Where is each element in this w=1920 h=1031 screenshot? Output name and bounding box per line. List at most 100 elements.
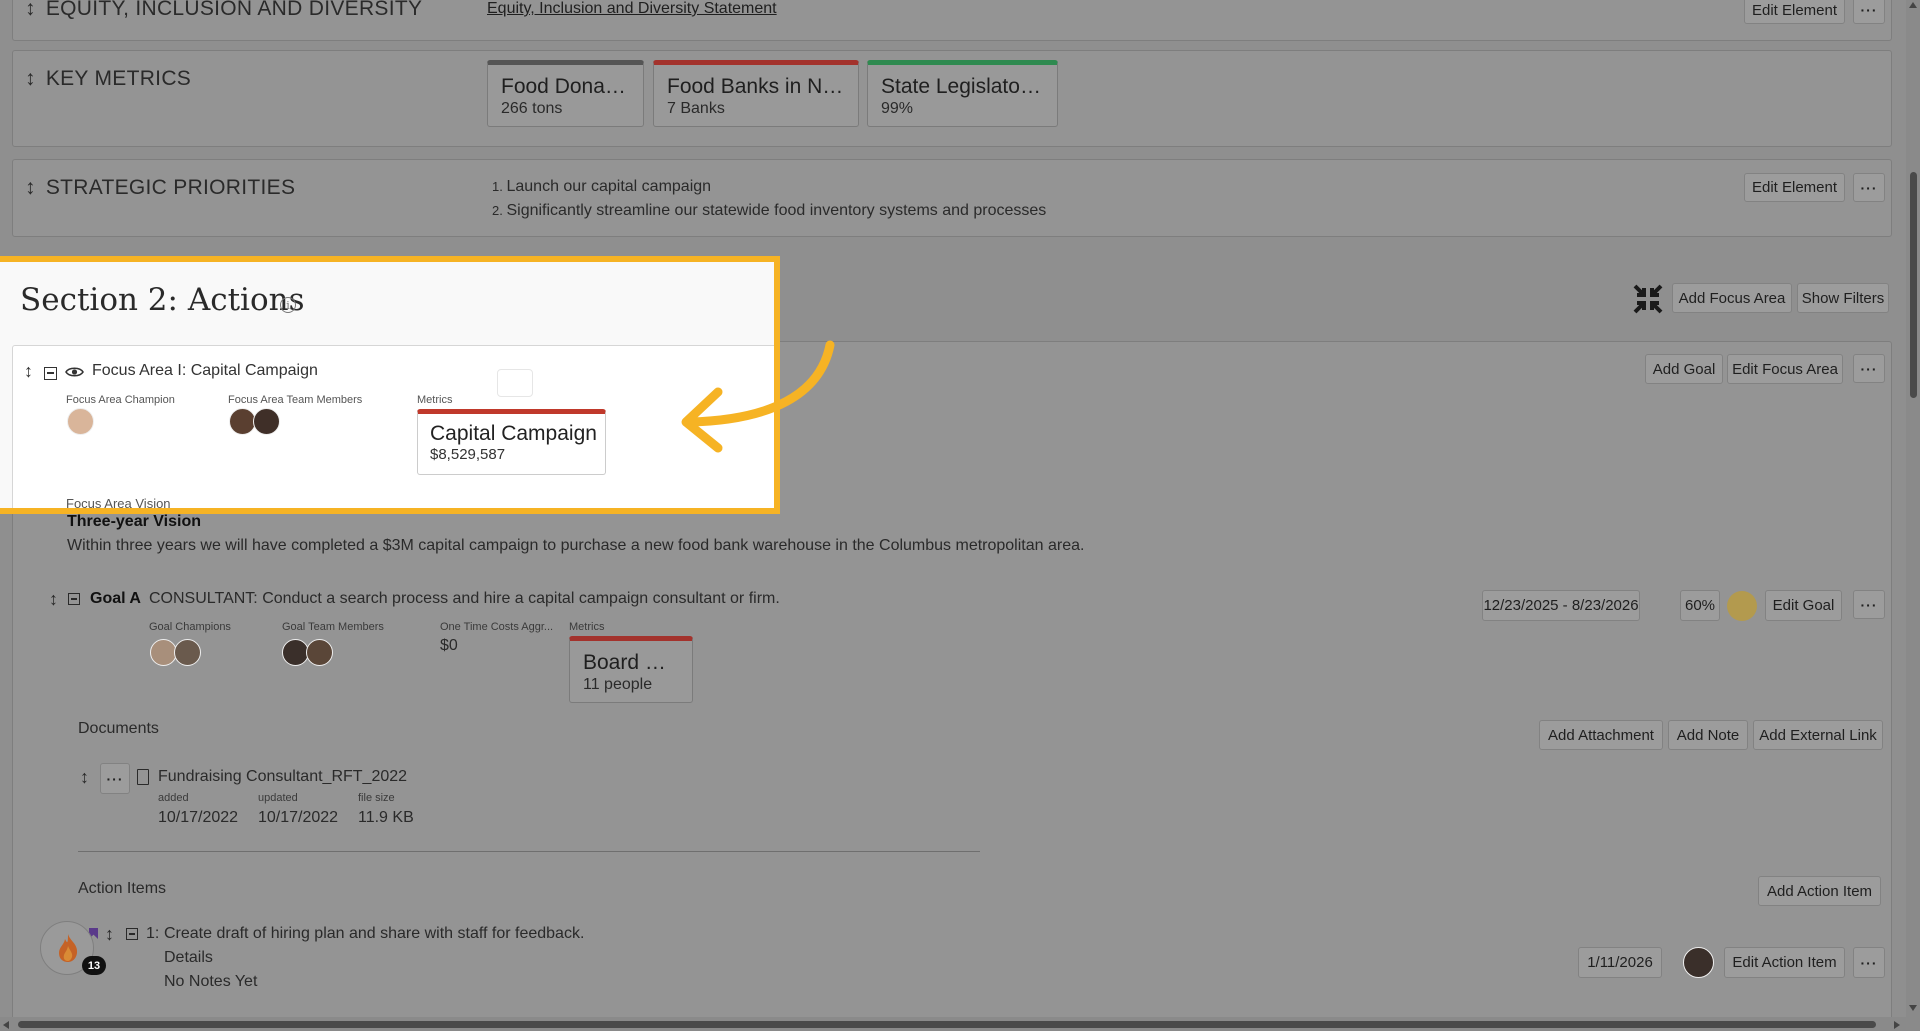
key-metrics-label: ↕ KEY METRICS <box>25 67 192 90</box>
add-action-item-button[interactable]: Add Action Item <box>1758 876 1881 906</box>
drag-handle-icon[interactable]: ↕ <box>25 67 36 90</box>
goal-champion-avatar[interactable] <box>174 639 201 666</box>
goal-champion-avatar[interactable] <box>150 639 177 666</box>
more-options-button[interactable]: ··· <box>1853 354 1885 383</box>
updated-label: updated <box>258 792 298 804</box>
vertical-scrollbar[interactable] <box>1906 0 1920 1031</box>
drag-handle-icon[interactable]: ↕ <box>24 361 33 382</box>
section-title: Section 2: Actions <box>20 282 305 318</box>
scroll-right-icon[interactable] <box>1894 1021 1900 1029</box>
focus-area-title[interactable]: Focus Area I: Capital Campaign <box>92 362 318 380</box>
goal-team-label: Goal Team Members <box>282 621 384 633</box>
edit-element-button[interactable]: Edit Element <box>1744 173 1845 202</box>
goal-status-indicator[interactable] <box>1727 591 1757 621</box>
pointer-arrow-icon <box>670 335 840 460</box>
tooltip-bubble <box>497 369 533 397</box>
action-item-details[interactable]: Details <box>164 949 213 967</box>
goal-progress[interactable]: 60% <box>1680 590 1720 621</box>
eye-icon[interactable] <box>65 365 84 384</box>
add-note-button[interactable]: Add Note <box>1668 720 1748 750</box>
add-focus-area-button[interactable]: Add Focus Area <box>1672 283 1792 313</box>
metric-value: 7 Banks <box>667 100 725 117</box>
file-icon <box>137 769 149 785</box>
added-label: added <box>158 792 189 804</box>
horizontal-scroll-thumb[interactable] <box>18 1021 1876 1028</box>
focus-metrics-label: Metrics <box>417 394 453 406</box>
divider <box>78 851 980 852</box>
action-item-date[interactable]: 1/11/2026 <box>1578 947 1662 978</box>
costs-label: One Time Costs Aggr... <box>440 621 554 633</box>
goal-text: CONSULTANT: Conduct a search process and… <box>149 590 780 607</box>
vision-text: Within three years we will have complete… <box>67 537 1085 554</box>
scroll-left-icon[interactable] <box>3 1021 9 1029</box>
more-options-button[interactable]: ··· <box>1853 0 1885 24</box>
scroll-down-icon[interactable] <box>1909 1005 1917 1011</box>
goal-champions-label: Goal Champions <box>149 621 231 633</box>
costs-value: $0 <box>440 637 458 654</box>
metric-title: Board Size <box>583 651 679 674</box>
collapse-all-icon[interactable] <box>1632 283 1664 315</box>
streak-count: 13 <box>82 956 106 975</box>
document-options-button[interactable]: ··· <box>100 763 130 794</box>
metric-value: 99% <box>881 100 914 117</box>
flame-icon <box>57 933 79 963</box>
edit-goal-button[interactable]: Edit Goal <box>1765 590 1842 621</box>
metric-value: $8,529,587 <box>430 446 506 463</box>
edit-focus-area-button[interactable]: Edit Focus Area <box>1727 354 1843 384</box>
collapse-toggle-icon[interactable] <box>68 593 80 605</box>
equity-statement-link[interactable]: Equity, Inclusion and Diversity Statemen… <box>487 0 777 18</box>
drag-handle-icon[interactable]: ↕ <box>105 924 114 945</box>
priority-item: 2. Significantly streamline our statewid… <box>492 202 1047 219</box>
focus-team-avatar[interactable] <box>253 408 280 435</box>
drag-handle-icon[interactable]: ↕ <box>49 589 58 610</box>
documents-label: Documents <box>78 720 159 737</box>
metric-tile-state-legislators[interactable]: State Legislators... 99% <box>867 60 1058 127</box>
goal-team-avatar[interactable] <box>306 639 333 666</box>
edit-element-button[interactable]: Edit Element <box>1744 0 1845 24</box>
metric-tile-food-donated[interactable]: Food Donated 266 tons <box>487 60 644 127</box>
metric-tile-food-banks[interactable]: Food Banks in Net... 7 Banks <box>653 60 859 127</box>
focus-champion-label: Focus Area Champion <box>66 394 175 406</box>
more-options-button[interactable]: ··· <box>1853 947 1885 978</box>
more-options-button[interactable]: ··· <box>1853 173 1885 202</box>
strategic-priorities-label: ↕ STRATEGIC PRIORITIES <box>25 176 296 199</box>
focus-vision-label: Focus Area Vision <box>66 496 171 511</box>
collapse-toggle-icon[interactable] <box>44 367 57 380</box>
metric-title: Food Banks in Net... <box>667 75 845 98</box>
metric-title: Capital Campaign <box>430 422 597 445</box>
collapse-toggle-icon[interactable] <box>126 928 138 940</box>
focus-team-avatar[interactable] <box>229 408 256 435</box>
document-name[interactable]: Fundraising Consultant_RFT_2022 <box>158 768 407 786</box>
metric-title: Food Donated <box>501 75 630 98</box>
focus-team-label: Focus Area Team Members <box>228 394 363 406</box>
action-item-assignee-avatar[interactable] <box>1683 947 1714 978</box>
added-date: 10/17/2022 <box>158 809 239 826</box>
streak-badge[interactable]: 13 <box>40 921 106 975</box>
more-options-button[interactable]: ··· <box>1853 590 1885 619</box>
updated-date: 10/17/2022 <box>258 809 339 826</box>
edit-action-item-button[interactable]: Edit Action Item <box>1724 947 1845 978</box>
file-size-label: file size <box>358 792 395 804</box>
action-items-label: Action Items <box>78 880 167 897</box>
drag-handle-icon[interactable]: ↕ <box>25 176 36 199</box>
goal-date-range[interactable]: 12/23/2025 - 8/23/2026 <box>1482 590 1640 621</box>
drag-handle-icon[interactable]: ↕ <box>25 0 36 20</box>
horizontal-scrollbar[interactable] <box>0 1017 1906 1031</box>
focus-champion-avatar[interactable] <box>67 408 94 435</box>
goal-metrics-label: Metrics <box>569 621 605 633</box>
show-filters-button[interactable]: Show Filters <box>1797 283 1889 313</box>
focus-metric-tile[interactable]: Capital Campaign $8,529,587 <box>417 409 606 475</box>
add-attachment-button[interactable]: Add Attachment <box>1539 720 1663 750</box>
goal-team-avatar[interactable] <box>282 639 309 666</box>
vertical-scroll-thumb[interactable] <box>1910 172 1917 398</box>
goal-metric-tile[interactable]: Board Size 11 people <box>569 636 693 703</box>
metric-title: State Legislators... <box>881 75 1044 98</box>
info-icon[interactable]: i <box>280 297 296 313</box>
add-external-link-button[interactable]: Add External Link <box>1753 720 1883 750</box>
metric-value: 266 tons <box>501 100 563 117</box>
scroll-up-icon[interactable] <box>1909 2 1917 8</box>
goal-label: Goal A <box>90 590 141 607</box>
add-goal-button[interactable]: Add Goal <box>1645 354 1723 384</box>
vision-title: Three-year Vision <box>67 513 201 530</box>
drag-handle-icon[interactable]: ↕ <box>80 767 89 788</box>
